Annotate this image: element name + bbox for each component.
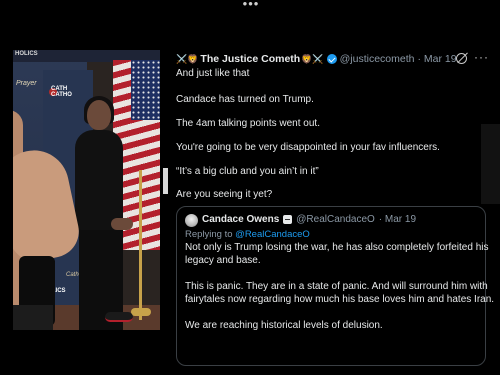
author-name[interactable]: The Justice Cometh <box>200 53 300 65</box>
replying-to: Replying to @RealCandaceO <box>185 229 310 240</box>
author-emoji-left: ⚔️🦁 <box>176 53 199 64</box>
photo-flag-stand <box>131 308 151 316</box>
tweet-text-line: And just like that <box>176 68 250 79</box>
tweet-text-line: You're going to be very disappointed in … <box>176 142 440 153</box>
quoted-text-line: This is panic. They are in a state of pa… <box>185 281 488 292</box>
quoted-tweet-header: Candace Owens @RealCandaceO · Mar 19 <box>202 214 416 225</box>
photo-person-shoe <box>105 312 133 322</box>
photo-person-hands <box>111 218 133 230</box>
tweet-text-line: The 4am talking points went out. <box>176 118 320 129</box>
author-handle[interactable]: @justicecometh <box>340 53 415 65</box>
quoted-text-line: fairytales now regarding how much his ba… <box>185 294 495 305</box>
photo-flag-stars <box>131 60 160 120</box>
quoted-text-line: We are reaching historical levels of del… <box>185 320 383 331</box>
quoted-text-line: Not only is Trump losing the war, he has… <box>185 242 489 253</box>
grok-icon[interactable] <box>456 53 467 64</box>
quoted-tweet[interactable]: Candace Owens @RealCandaceO · Mar 19 Rep… <box>176 206 494 366</box>
tweet-date[interactable]: · Mar 19 <box>417 53 456 65</box>
replying-to-label: Replying to <box>185 229 233 240</box>
verified-badge-icon <box>326 54 337 64</box>
photo-foreground-dark <box>13 305 53 330</box>
photo-flag-pole <box>139 170 142 320</box>
tweet-text-line: “It’s a big club and you ain’t in it” <box>176 166 319 177</box>
quoted-tweet-date[interactable]: · Mar 19 <box>379 214 416 225</box>
quoted-author-handle[interactable]: @RealCandaceO <box>296 214 375 225</box>
author-emoji-right: 🦁⚔️ <box>301 53 324 64</box>
photo-strip-text: HOLICS <box>15 51 38 57</box>
photo-logo-catholics: CATH CATHO <box>51 86 72 98</box>
quoted-author-name[interactable]: Candace Owens <box>202 214 279 225</box>
tweet-text-line: Are you seeing it yet? <box>176 189 273 200</box>
tweet-photo[interactable]: HOLICS Prayer CATH CATHO Catholic CATHOL… <box>13 50 160 330</box>
photo-person-body <box>75 130 123 230</box>
tweet-header: ⚔️🦁 The Justice Cometh 🦁⚔️ @justicecomet… <box>176 52 457 66</box>
avatar[interactable] <box>185 214 198 227</box>
photo-person-head <box>87 100 111 130</box>
quoted-text-line: legacy and base. <box>185 255 261 266</box>
replying-to-handle-link[interactable]: @RealCandaceO <box>235 229 310 240</box>
more-icon[interactable]: ··· <box>474 50 489 64</box>
photo-logo-prayer: Prayer <box>16 80 37 87</box>
top-more-dots-icon[interactable]: ••• <box>236 0 266 10</box>
affiliation-badge-icon <box>283 215 293 224</box>
tweet-text-line: Candace has turned on Trump. <box>176 94 314 105</box>
